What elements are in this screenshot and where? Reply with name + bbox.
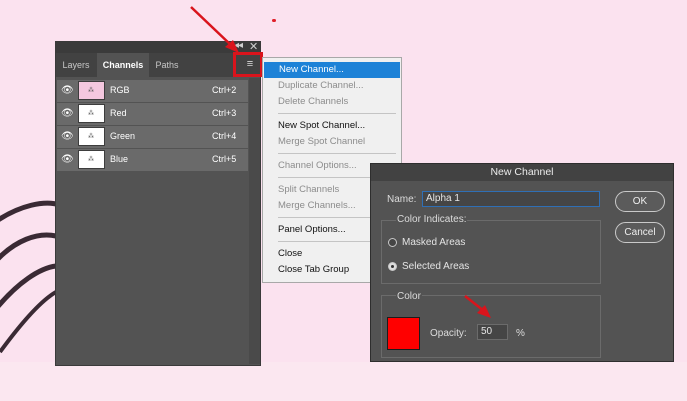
channel-row-rgb[interactable]: 👁 ⁂ RGB Ctrl+2	[57, 80, 248, 103]
opacity-field[interactable]: 50	[477, 324, 508, 340]
channel-name: Green	[110, 131, 136, 141]
eye-icon[interactable]: 👁	[61, 108, 74, 120]
radio-label: Masked Areas	[402, 237, 466, 248]
channel-row-red[interactable]: 👁 ⁂ Red Ctrl+3	[57, 103, 248, 126]
eye-icon[interactable]: 👁	[61, 131, 74, 143]
channel-row-green[interactable]: 👁 ⁂ Green Ctrl+4	[57, 126, 248, 149]
cancel-button[interactable]: Cancel	[615, 222, 665, 243]
color-indicates-title: Color Indicates:	[396, 214, 468, 225]
radio-button[interactable]	[388, 238, 397, 247]
ok-button[interactable]: OK	[615, 191, 665, 212]
menu-item-new-channel[interactable]: New Channel...	[264, 62, 400, 78]
annotation-highlight-box	[233, 52, 263, 77]
menu-item-merge-spot-channel[interactable]: Merge Spot Channel	[263, 134, 401, 150]
channel-thumbnail-icon: ⁂	[78, 81, 105, 100]
tab-channels[interactable]: Channels	[97, 53, 149, 77]
channel-name: Blue	[110, 154, 129, 164]
channels-panel: ◂◂ ✕ Layers Channels Paths ≡ 👁 ⁂ RGB Ctr…	[55, 40, 261, 366]
dialog-title: New Channel	[371, 164, 673, 181]
channel-shortcut: Ctrl+2	[212, 85, 237, 95]
percent-label: %	[516, 328, 525, 339]
red-dot	[272, 19, 276, 22]
color-indicates-group	[381, 220, 601, 284]
tab-paths[interactable]: Paths	[151, 53, 183, 77]
channel-thumbnail-icon: ⁂	[78, 150, 105, 169]
channel-row-blue[interactable]: 👁 ⁂ Blue Ctrl+5	[57, 149, 248, 172]
channel-shortcut: Ctrl+5	[212, 154, 237, 164]
new-channel-dialog: New Channel Name: Alpha 1 Color Indicate…	[370, 163, 674, 362]
menu-item-duplicate-channel[interactable]: Duplicate Channel...	[263, 78, 401, 94]
channel-shortcut: Ctrl+4	[212, 131, 237, 141]
panel-title-bar	[56, 42, 260, 53]
eye-icon[interactable]: 👁	[61, 154, 74, 166]
menu-separator	[278, 153, 396, 154]
tab-layers[interactable]: Layers	[58, 53, 94, 77]
radio-label: Selected Areas	[402, 261, 470, 272]
color-title: Color	[396, 291, 422, 302]
collapse-icon[interactable]: ◂◂	[234, 40, 243, 51]
channel-thumbnail-icon: ⁂	[78, 127, 105, 146]
opacity-label: Opacity:	[430, 328, 467, 339]
panel-scrollbar[interactable]	[249, 78, 260, 364]
name-field[interactable]: Alpha 1	[422, 191, 600, 207]
name-label: Name:	[387, 194, 417, 205]
radio-button-checked[interactable]	[388, 262, 397, 271]
menu-item-new-spot-channel[interactable]: New Spot Channel...	[263, 118, 401, 134]
eye-icon[interactable]: 👁	[61, 85, 74, 97]
menu-item-delete-channels[interactable]: Delete Channels	[263, 94, 401, 110]
channel-thumbnail-icon: ⁂	[78, 104, 105, 123]
channel-name: RGB	[110, 85, 130, 95]
menu-separator	[278, 113, 396, 114]
channel-name: Red	[110, 108, 127, 118]
channel-shortcut: Ctrl+3	[212, 108, 237, 118]
color-swatch[interactable]	[387, 317, 420, 350]
